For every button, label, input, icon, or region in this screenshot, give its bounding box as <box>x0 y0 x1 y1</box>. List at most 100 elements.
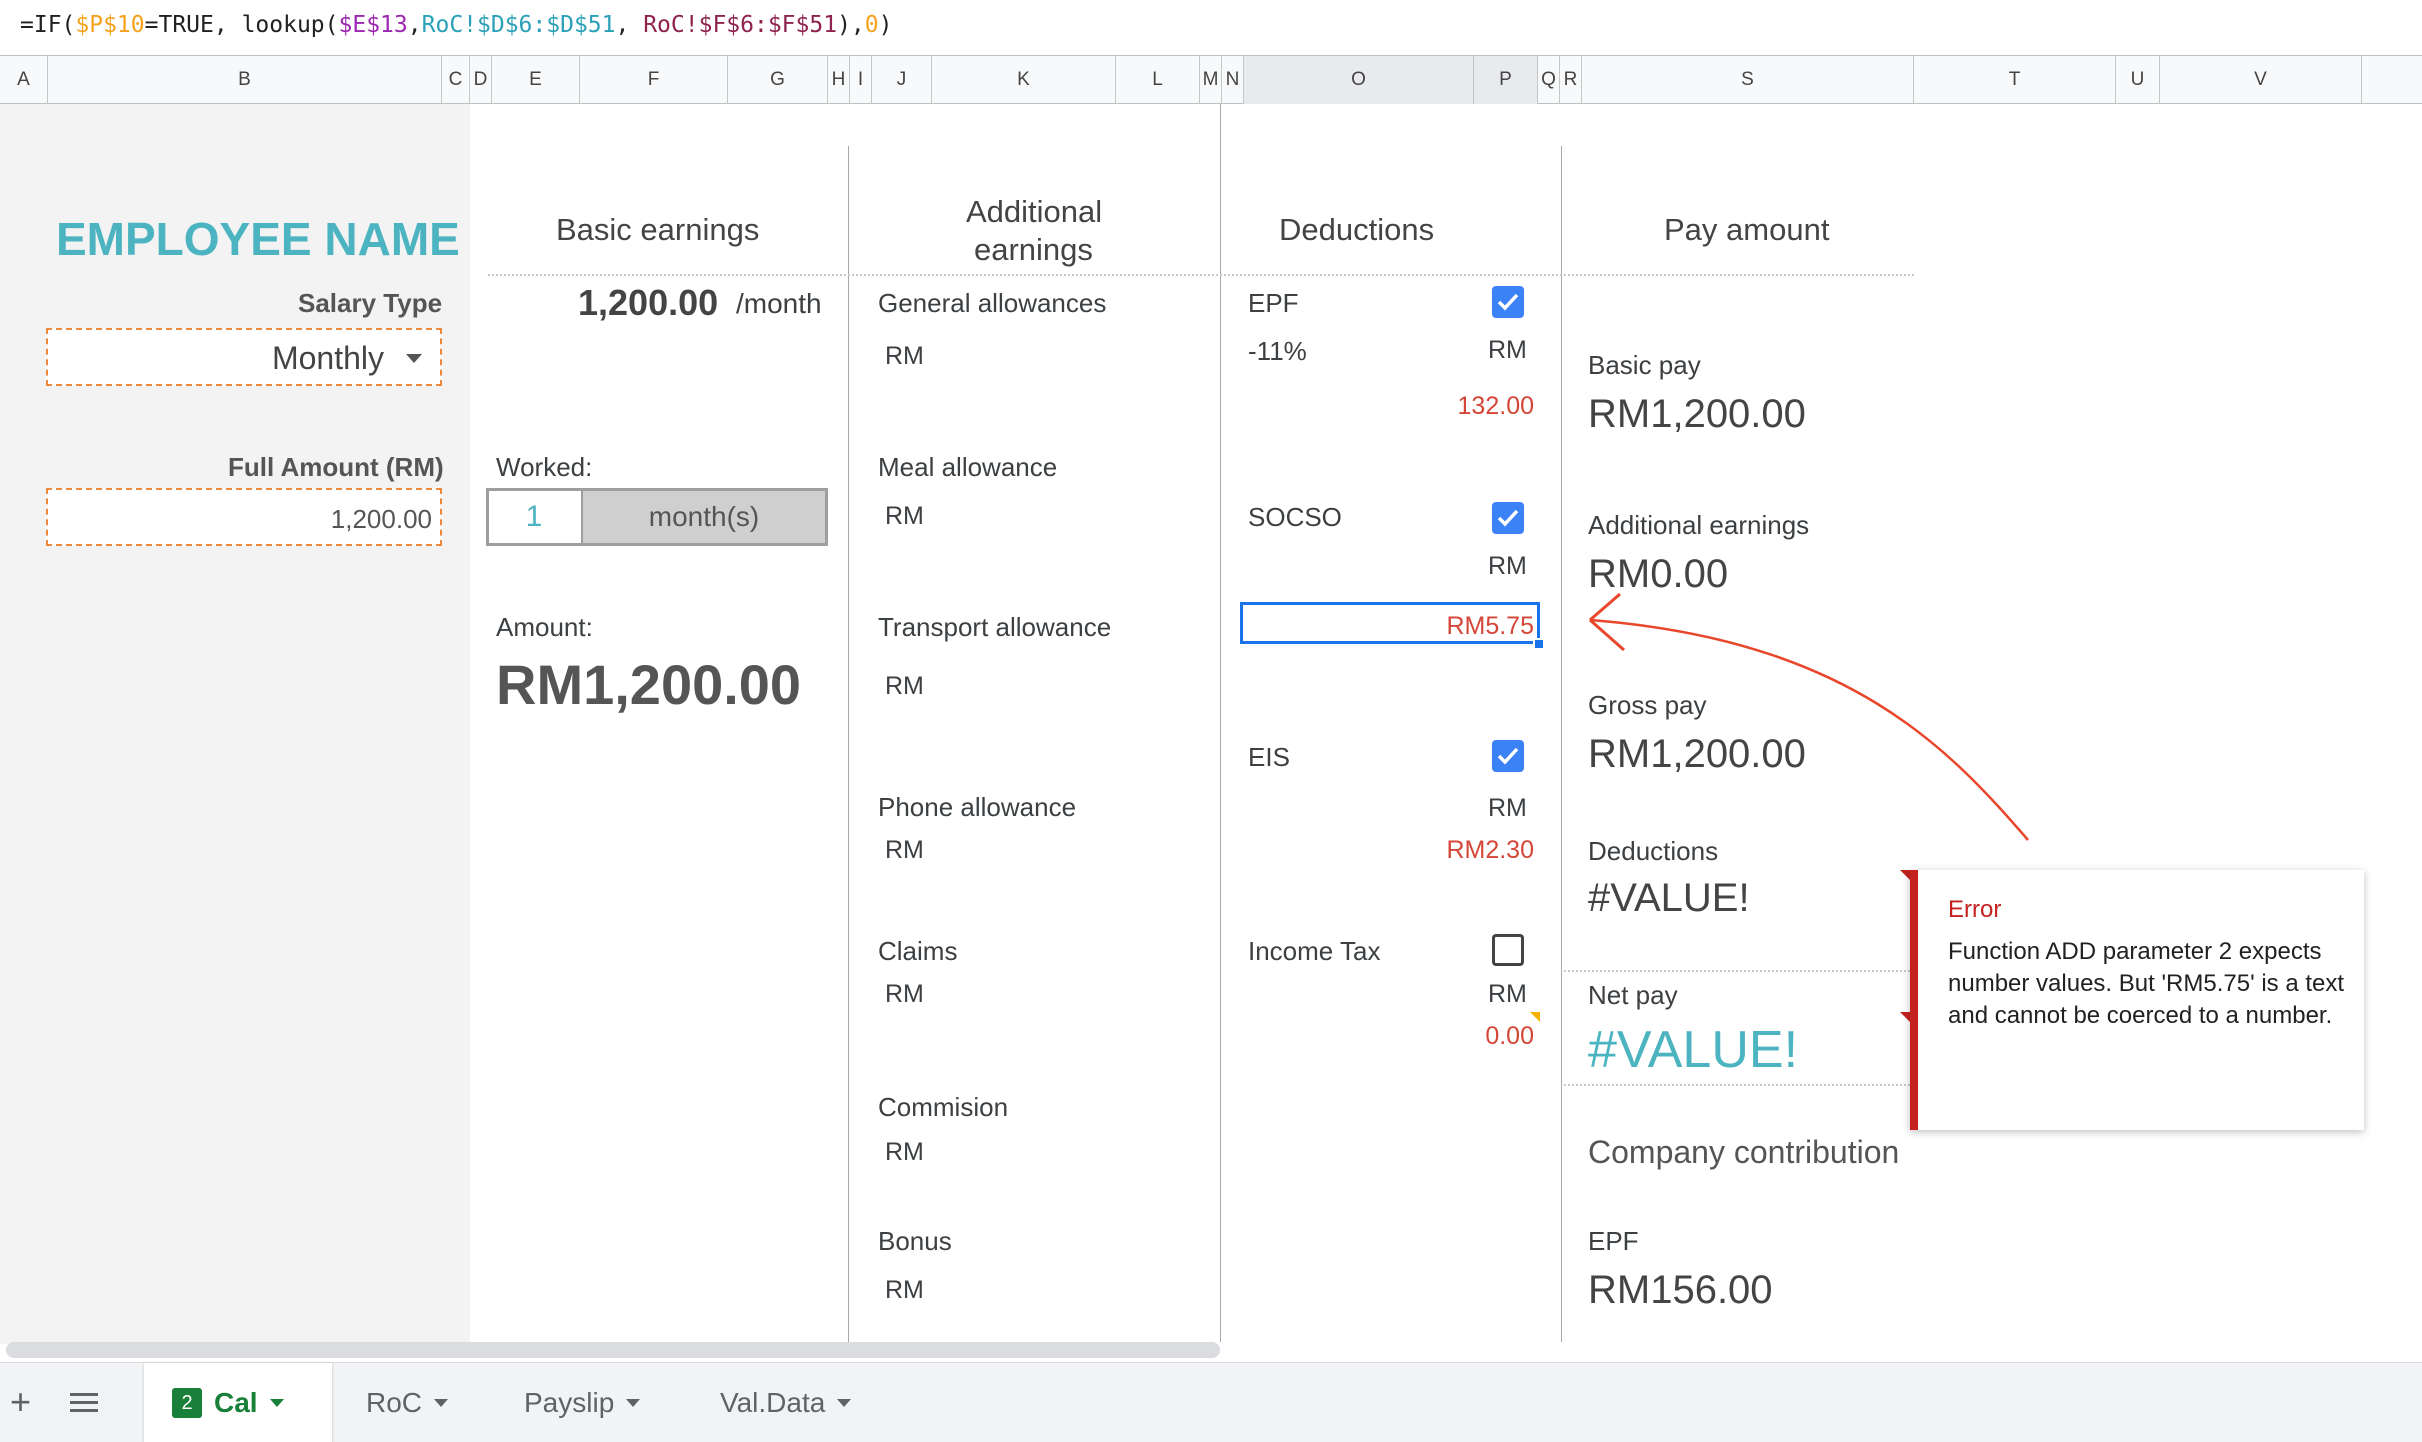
column-header-g[interactable]: G <box>728 56 828 104</box>
note-corner-icon[interactable] <box>1530 1012 1540 1022</box>
formula-part: ), <box>837 12 865 38</box>
column-header-i[interactable]: I <box>850 56 872 104</box>
net-pay-label: Net pay <box>1588 980 1678 1010</box>
chevron-down-icon[interactable] <box>406 354 422 363</box>
formula-number: 0 <box>864 12 879 38</box>
column-header-h[interactable]: H <box>828 56 850 104</box>
column-header-r[interactable]: R <box>1560 56 1582 104</box>
column-header-k[interactable]: K <box>932 56 1116 104</box>
company-contribution-label: Company contribution <box>1588 1134 1900 1170</box>
column-header-n[interactable]: N <box>1222 56 1244 104</box>
additional-header-line2: earnings <box>974 232 1093 267</box>
column-header-d[interactable]: D <box>470 56 492 104</box>
transport-allowance-label: Transport allowance <box>878 612 1112 642</box>
fill-handle[interactable] <box>1533 638 1545 650</box>
column-header-c[interactable]: C <box>442 56 470 104</box>
column-header-l[interactable]: L <box>1116 56 1200 104</box>
claims-label: Claims <box>878 936 958 966</box>
error-message: Function ADD parameter 2 expects number … <box>1948 938 2345 1029</box>
error-title: Error <box>1948 896 2002 923</box>
column-header-j[interactable]: J <box>872 56 932 104</box>
company-epf-label: EPF <box>1588 1226 1639 1256</box>
employee-name[interactable]: EMPLOYEE NAME <box>56 212 460 266</box>
checkmark-icon <box>1497 509 1519 527</box>
divider-line <box>1220 104 1221 1342</box>
epf-checkbox[interactable] <box>1492 286 1524 318</box>
tab-val-data[interactable]: Val.Data <box>692 1363 902 1442</box>
tab-badge: 2 <box>172 1388 202 1418</box>
tab-cal[interactable]: 2 Cal <box>144 1363 332 1442</box>
socso-checkbox[interactable] <box>1492 502 1524 534</box>
formula-part: , <box>407 12 422 38</box>
income-tax-checkbox[interactable] <box>1492 934 1524 966</box>
divider-line <box>848 146 849 1342</box>
phone-allowance-label: Phone allowance <box>878 792 1077 822</box>
column-header-a[interactable]: A <box>0 56 48 104</box>
checkmark-icon <box>1497 293 1519 311</box>
column-header-row: A B C D E F G H I J K L M N O P Q R S T … <box>0 56 2422 104</box>
additional-header-line1: Additional <box>966 194 1103 229</box>
salary-type-dropdown[interactable]: Monthly <box>46 328 442 386</box>
eis-checkbox[interactable] <box>1492 740 1524 772</box>
meal-allowance-label: Meal allowance <box>878 452 1058 482</box>
chevron-down-icon[interactable] <box>837 1399 852 1407</box>
eis-currency: RM <box>1488 794 1527 822</box>
deductions-total-value[interactable]: #VALUE! <box>1588 876 1750 921</box>
eis-deduction-value: RM2.30 <box>1446 836 1534 864</box>
sheet-tab-bar: + 2 Cal RoC Payslip Val.Data <box>0 1362 2422 1442</box>
worked-label: Worked: <box>496 452 593 482</box>
error-tooltip: Error Function ADD parameter 2 expects n… <box>1910 870 2364 1130</box>
net-pay-value[interactable]: #VALUE! <box>1588 1020 1798 1080</box>
income-tax-label: Income Tax <box>1248 936 1381 966</box>
column-header-q[interactable]: Q <box>1538 56 1560 104</box>
column-header-f[interactable]: F <box>580 56 728 104</box>
formula-text[interactable]: =IF($P$10=TRUE, lookup($E$13,RoC!$D$6:$D… <box>20 12 893 38</box>
bonus-label: Bonus <box>878 1226 952 1256</box>
chevron-down-icon[interactable] <box>626 1399 641 1407</box>
formula-ref: $E$13 <box>338 12 408 38</box>
formula-ref: RoC!$F$6:$F$51 <box>643 12 838 38</box>
column-header-s[interactable]: S <box>1582 56 1914 104</box>
eis-label: EIS <box>1248 742 1290 772</box>
transport-allowance-currency: RM <box>885 672 924 700</box>
horizontal-scrollbar[interactable] <box>6 1342 1220 1358</box>
tab-roc[interactable]: RoC <box>338 1363 488 1442</box>
header-divider <box>488 274 1914 276</box>
full-amount-value: 1,200.00 <box>330 504 432 534</box>
column-header-e[interactable]: E <box>492 56 580 104</box>
formula-bar[interactable]: =IF($P$10=TRUE, lookup($E$13,RoC!$D$6:$D… <box>0 0 2422 56</box>
chevron-down-icon[interactable] <box>434 1399 449 1407</box>
commission-currency: RM <box>885 1138 924 1166</box>
claims-currency: RM <box>885 980 924 1008</box>
formula-part: , <box>615 12 644 38</box>
worked-field[interactable]: 1 month(s) <box>486 488 828 546</box>
tab-payslip[interactable]: Payslip <box>496 1363 686 1442</box>
column-header-v[interactable]: V <box>2160 56 2362 104</box>
column-header-o[interactable]: O <box>1244 56 1474 104</box>
salary-type-label: Salary Type <box>298 288 443 318</box>
deductions-header: Deductions <box>1279 212 1435 247</box>
column-header-u[interactable]: U <box>2116 56 2160 104</box>
worked-unit: month(s) <box>581 491 825 543</box>
chevron-down-icon[interactable] <box>269 1399 284 1407</box>
epf-currency: RM <box>1488 336 1527 364</box>
plus-icon[interactable]: + <box>10 1381 31 1423</box>
formula-part: =TRUE, lookup( <box>144 12 339 38</box>
menu-icon[interactable] <box>70 1391 98 1420</box>
meal-allowance-currency: RM <box>885 502 924 530</box>
column-header-b[interactable]: B <box>48 56 442 104</box>
column-header-m[interactable]: M <box>1200 56 1222 104</box>
full-amount-label: Full Amount (RM) <box>228 452 444 482</box>
basic-pay-label: Basic pay <box>1588 350 1701 380</box>
column-header-p[interactable]: P <box>1474 56 1538 104</box>
pay-amount-header: Pay amount <box>1664 212 1830 247</box>
column-header-t[interactable]: T <box>1914 56 2116 104</box>
socso-deduction-value[interactable]: RM5.75 <box>1446 612 1534 641</box>
salary-type-value: Monthly <box>271 340 384 376</box>
full-amount-input[interactable]: 1,200.00 <box>46 488 442 546</box>
socso-currency: RM <box>1488 552 1527 580</box>
worked-value[interactable]: 1 <box>489 491 579 543</box>
formula-ref: RoC!$D$6:$D$51 <box>421 12 616 38</box>
general-allowance-label: General allowances <box>878 288 1107 318</box>
amount-value: RM1,200.00 <box>496 653 802 716</box>
